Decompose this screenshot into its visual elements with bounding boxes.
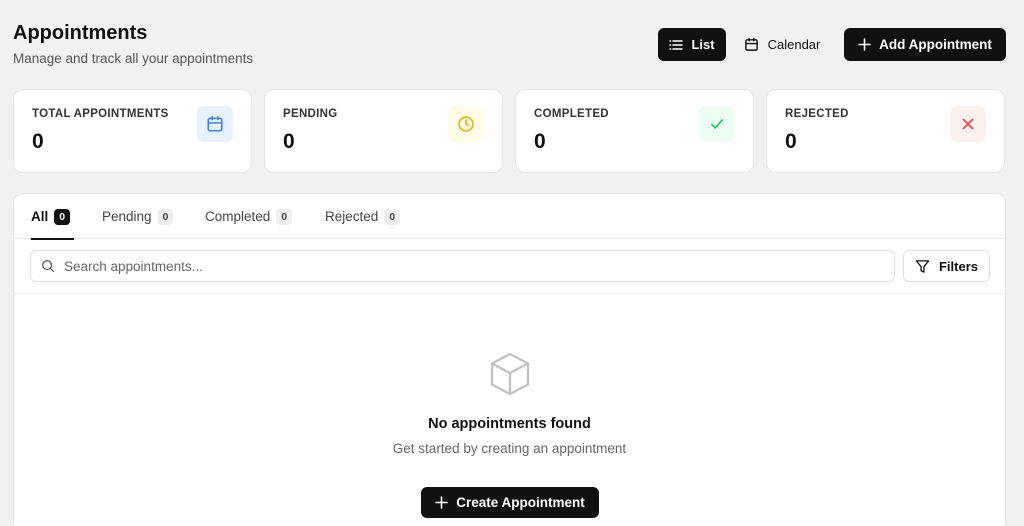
x-icon — [950, 106, 986, 142]
list-view-label: List — [691, 37, 715, 52]
list-icon — [669, 39, 684, 50]
stat-card-rejected: REJECTED 0 — [766, 89, 1005, 173]
list-view-button[interactable]: List — [658, 28, 726, 61]
tab-completed[interactable]: Completed 0 — [205, 194, 293, 239]
plus-icon — [858, 38, 871, 51]
page-subtitle: Manage and track all your appointments — [13, 51, 254, 66]
stat-label: COMPLETED — [534, 108, 609, 120]
tab-label: Pending — [102, 209, 152, 224]
stat-card-total: TOTAL APPOINTMENTS 0 — [13, 89, 252, 173]
tab-rejected[interactable]: Rejected 0 — [325, 194, 401, 239]
search-placeholder: Search appointments... — [64, 258, 203, 274]
stat-label: TOTAL APPOINTMENTS — [32, 108, 169, 120]
filter-icon — [915, 259, 930, 273]
status-tabs: All 0 Pending 0 Completed 0 Rejected 0 — [14, 194, 1005, 240]
tab-label: Completed — [205, 209, 271, 224]
check-icon — [699, 106, 735, 142]
empty-state-title: No appointments found — [428, 416, 591, 432]
divider — [14, 293, 1005, 294]
tab-count-badge: 0 — [157, 208, 174, 225]
calendar-icon — [197, 106, 233, 142]
filters-label: Filters — [938, 258, 978, 274]
search-icon — [42, 260, 54, 272]
filters-button[interactable]: Filters — [903, 250, 990, 282]
search-input[interactable]: Search appointments... — [30, 250, 895, 282]
create-appointment-label: Create Appointment — [456, 495, 585, 510]
tab-label: Rejected — [325, 209, 379, 224]
stat-card-completed: COMPLETED 0 — [515, 89, 754, 173]
tab-count-badge: 0 — [384, 208, 401, 225]
calendar-icon — [744, 37, 758, 51]
stat-value: 0 — [283, 130, 295, 153]
add-appointment-label: Add Appointment — [879, 37, 992, 52]
stat-label: REJECTED — [785, 108, 849, 120]
add-appointment-button[interactable]: Add Appointment — [844, 28, 1006, 61]
clock-icon — [448, 106, 484, 142]
stat-card-pending: PENDING 0 — [264, 89, 503, 173]
plus-icon — [435, 496, 449, 509]
tab-count-badge: 0 — [276, 208, 293, 225]
calendar-view-button[interactable]: Calendar — [734, 28, 830, 61]
appointments-panel: All 0 Pending 0 Completed 0 Rejected 0 S… — [13, 193, 1006, 526]
tab-pending[interactable]: Pending 0 — [102, 194, 174, 239]
calendar-view-label: Calendar — [767, 37, 821, 52]
create-appointment-button[interactable]: Create Appointment — [421, 487, 599, 518]
tab-label: All — [31, 209, 49, 224]
stat-label: PENDING — [283, 108, 338, 120]
box-icon — [490, 352, 530, 396]
stat-value: 0 — [785, 130, 797, 153]
tab-count-badge: 0 — [54, 208, 71, 225]
stat-value: 0 — [32, 130, 44, 153]
tab-all[interactable]: All 0 — [31, 194, 75, 240]
stat-value: 0 — [534, 130, 546, 153]
empty-state-subtitle: Get started by creating an appointment — [392, 441, 627, 456]
page-title: Appointments — [13, 22, 148, 44]
